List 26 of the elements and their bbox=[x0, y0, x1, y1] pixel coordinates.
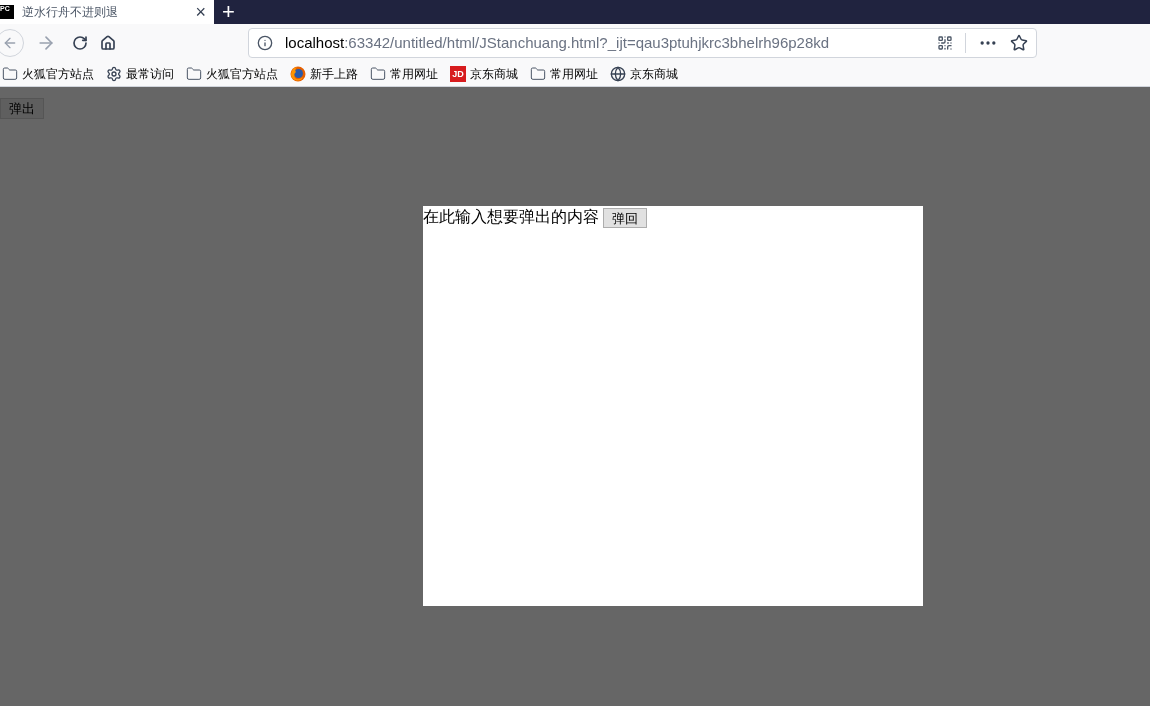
address-bar[interactable]: localhost:63342/untitled/html/JStanchuang.html?_ijt=qau3ptuhjkrc3bhelrh96p28kd bbox=[248, 28, 1037, 58]
bookmark-link[interactable]: 最常访问 bbox=[126, 65, 174, 83]
tab-title: 逆水行舟不进则退 bbox=[22, 4, 119, 21]
folder-icon bbox=[186, 66, 202, 82]
bookmark-link[interactable]: 火狐官方站点 bbox=[206, 65, 278, 83]
browser-logo-icon bbox=[290, 66, 306, 82]
bookmark-link[interactable]: 火狐官方站点 bbox=[22, 65, 94, 83]
close-tab-button[interactable]: × bbox=[195, 3, 206, 21]
url-text: localhost:63342/untitled/html/JStanchuang.html?_ijt=qau3ptuhjkrc3bhelrh96p28kd bbox=[285, 32, 831, 53]
qr-code-icon[interactable] bbox=[937, 35, 953, 51]
gear-icon bbox=[106, 66, 122, 82]
folder-icon bbox=[530, 66, 546, 82]
bookmark-link[interactable]: 京东商城 bbox=[470, 65, 518, 83]
bookmark-link[interactable]: 京东商城 bbox=[630, 65, 678, 83]
info-icon bbox=[257, 35, 273, 51]
folder-icon bbox=[2, 66, 18, 82]
bookmark-link[interactable]: 常用网址 bbox=[390, 65, 438, 83]
bookmark-link[interactable]: 常用网址 bbox=[550, 65, 598, 83]
popup-text: 在此输入想要弹出的内容 bbox=[423, 207, 599, 227]
new-tab-button[interactable]: + bbox=[214, 0, 243, 24]
bookmark-link[interactable]: 新手上路 bbox=[310, 65, 358, 83]
popup-close-button[interactable]: 弹回 bbox=[603, 208, 647, 228]
logo-icon: JD bbox=[450, 66, 466, 82]
bookmark-star-icon[interactable] bbox=[1010, 34, 1028, 52]
globe-icon bbox=[610, 66, 626, 82]
folder-icon bbox=[370, 66, 386, 82]
